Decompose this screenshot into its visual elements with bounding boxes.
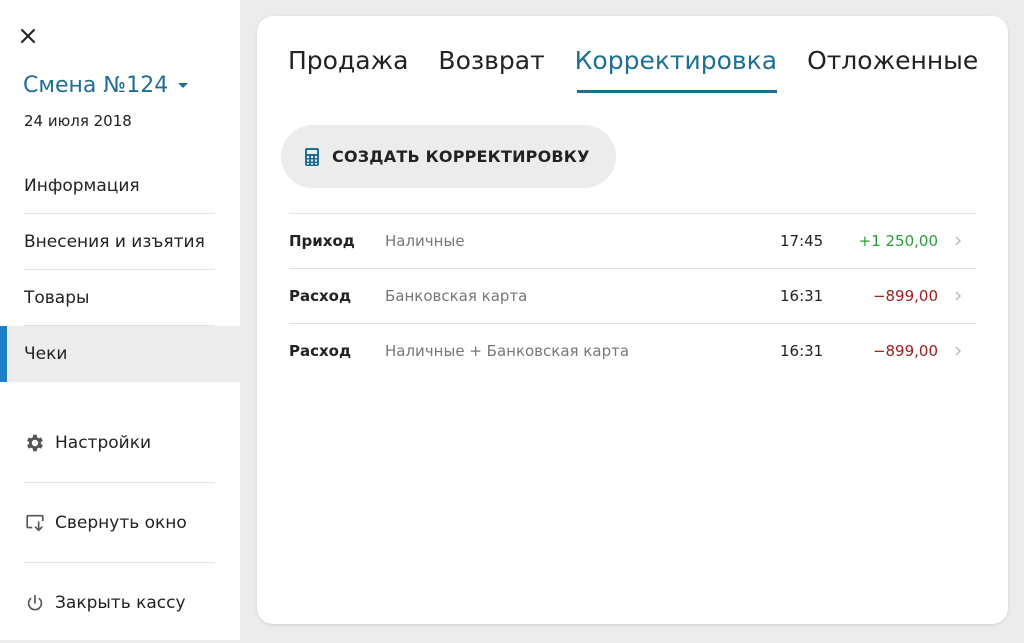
power-icon xyxy=(24,592,46,614)
shift-title: Смена №124 xyxy=(23,73,169,98)
sidebar-item-receipts[interactable]: Чеки xyxy=(0,326,240,382)
caret-down-icon xyxy=(178,83,189,88)
close-icon xyxy=(21,29,35,43)
sidebar-bottom-nav: Настройки Свернуть окно Закрыть кассу xyxy=(0,403,240,643)
main-panel: Продажа Возврат Корректировка Отложенные… xyxy=(257,16,1008,624)
tab-bar: Продажа Возврат Корректировка Отложенные xyxy=(288,46,1008,93)
list-item[interactable]: Приход Наличные 17:45 +1 250,00 xyxy=(289,214,976,269)
close-register-label: Закрыть кассу xyxy=(55,593,186,613)
row-amount: −899,00 xyxy=(872,287,938,305)
correction-list: Приход Наличные 17:45 +1 250,00 Расход Б… xyxy=(289,213,976,378)
minimize-window-icon xyxy=(24,512,46,534)
close-button[interactable] xyxy=(18,26,38,46)
sidebar-item-goods[interactable]: Товары xyxy=(0,270,240,326)
row-kind: Расход xyxy=(289,287,352,305)
minimize-window-label: Свернуть окно xyxy=(55,513,187,533)
row-time: 16:31 xyxy=(780,287,824,305)
settings-button[interactable]: Настройки xyxy=(0,403,240,483)
tab-sale[interactable]: Продажа xyxy=(288,46,408,93)
row-amount: +1 250,00 xyxy=(858,232,938,250)
gear-icon xyxy=(24,432,46,454)
settings-label: Настройки xyxy=(55,433,152,453)
row-time: 17:45 xyxy=(780,232,824,250)
chevron-right-icon xyxy=(955,346,962,356)
calculator-icon xyxy=(305,147,319,166)
shift-selector[interactable]: Смена №124 xyxy=(23,73,189,98)
sidebar-item-label: Внесения и изъятия xyxy=(24,232,205,252)
tab-return[interactable]: Возврат xyxy=(438,46,544,93)
sidebar-item-label: Чеки xyxy=(24,344,68,364)
shift-date: 24 июля 2018 xyxy=(24,112,132,130)
list-item[interactable]: Расход Наличные + Банковская карта 16:31… xyxy=(289,324,976,378)
create-correction-label: СОЗДАТЬ КОРРЕКТИРОВКУ xyxy=(332,147,590,166)
row-time: 16:31 xyxy=(780,342,824,360)
sidebar-item-info[interactable]: Информация xyxy=(0,158,240,214)
minimize-window-button[interactable]: Свернуть окно xyxy=(0,483,240,563)
create-correction-button[interactable]: СОЗДАТЬ КОРРЕКТИРОВКУ xyxy=(281,125,616,188)
tab-correction[interactable]: Корректировка xyxy=(575,46,778,93)
chevron-right-icon xyxy=(955,291,962,301)
sidebar: Смена №124 24 июля 2018 Информация Внесе… xyxy=(0,0,240,640)
row-kind: Приход xyxy=(289,232,355,250)
row-amount: −899,00 xyxy=(872,342,938,360)
sidebar-nav: Информация Внесения и изъятия Товары Чек… xyxy=(0,158,240,382)
chevron-right-icon xyxy=(955,236,962,246)
list-item[interactable]: Расход Банковская карта 16:31 −899,00 xyxy=(289,269,976,324)
sidebar-item-label: Информация xyxy=(24,176,140,196)
close-register-button[interactable]: Закрыть кассу xyxy=(0,563,240,643)
sidebar-item-label: Товары xyxy=(24,288,90,308)
sidebar-item-deposits-withdrawals[interactable]: Внесения и изъятия xyxy=(0,214,240,270)
row-kind: Расход xyxy=(289,342,352,360)
tab-deferred[interactable]: Отложенные xyxy=(807,46,978,93)
